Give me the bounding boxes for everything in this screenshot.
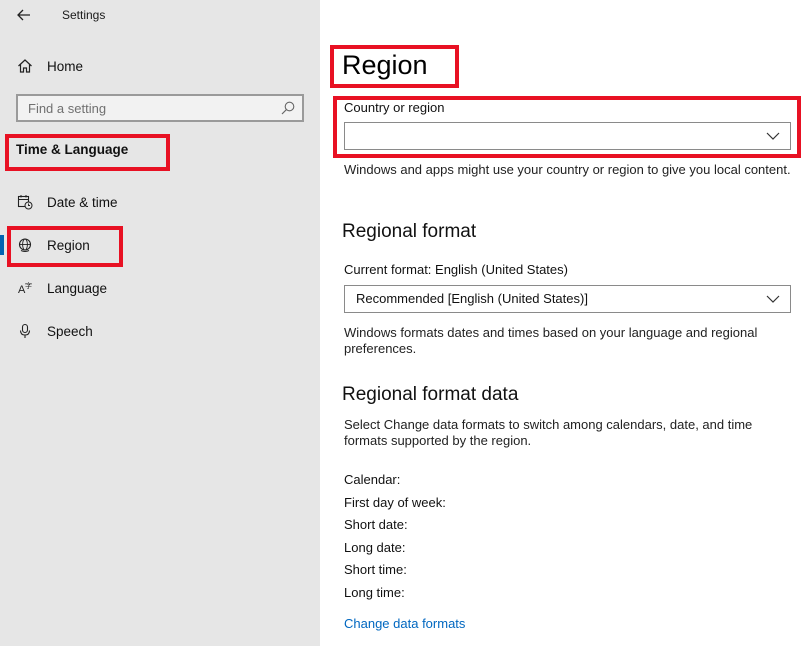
sidebar-item-language[interactable]: A 字 Language xyxy=(0,270,320,306)
chevron-down-icon xyxy=(766,295,780,303)
app-title: Settings xyxy=(62,8,106,22)
sidebar-item-label: Language xyxy=(47,280,108,296)
sidebar: Settings Home Time & Language Date & tim… xyxy=(0,0,320,646)
sidebar-item-label: Date & time xyxy=(47,194,118,210)
sidebar-item-home[interactable]: Home xyxy=(0,48,320,84)
sidebar-item-label: Home xyxy=(47,58,84,74)
regional-format-heading: Regional format xyxy=(342,221,477,242)
back-button[interactable] xyxy=(12,4,36,26)
highlight-box-page-title xyxy=(330,45,459,88)
sidebar-item-date-time[interactable]: Date & time xyxy=(0,184,320,220)
regional-format-dropdown[interactable]: Recommended [English (United States)] xyxy=(344,285,791,313)
search-icon xyxy=(281,101,295,115)
highlight-box-region-item xyxy=(7,226,123,267)
search-box[interactable] xyxy=(16,94,304,122)
regional-format-value: Recommended [English (United States)] xyxy=(356,291,588,306)
sidebar-item-label: Speech xyxy=(47,323,93,339)
short-date-label: Short date: xyxy=(344,517,408,532)
calendar-clock-icon xyxy=(16,193,34,211)
change-data-formats-link[interactable]: Change data formats xyxy=(344,616,465,631)
calendar-label: Calendar: xyxy=(344,472,401,487)
long-date-label: Long date: xyxy=(344,540,406,555)
language-icon: A 字 xyxy=(16,279,34,297)
regional-format-description: Windows formats dates and times based on… xyxy=(344,325,758,356)
country-description: Windows and apps might use your country … xyxy=(344,162,791,177)
search-input[interactable] xyxy=(18,96,274,120)
first-day-of-week-label: First day of week: xyxy=(344,495,446,510)
highlight-box-country xyxy=(333,96,801,158)
format-data-description: Select Change data formats to switch amo… xyxy=(344,417,753,448)
short-time-label: Short time: xyxy=(344,562,407,577)
home-icon xyxy=(16,57,34,75)
microphone-icon xyxy=(16,322,34,340)
back-arrow-icon xyxy=(17,9,30,21)
sidebar-item-speech[interactable]: Speech xyxy=(0,313,320,349)
format-data-heading: Regional format data xyxy=(342,384,519,405)
long-time-label: Long time: xyxy=(344,585,405,600)
highlight-box-section-header xyxy=(5,134,170,171)
svg-text:字: 字 xyxy=(25,281,32,290)
current-format-label: Current format: English (United States) xyxy=(344,262,568,277)
